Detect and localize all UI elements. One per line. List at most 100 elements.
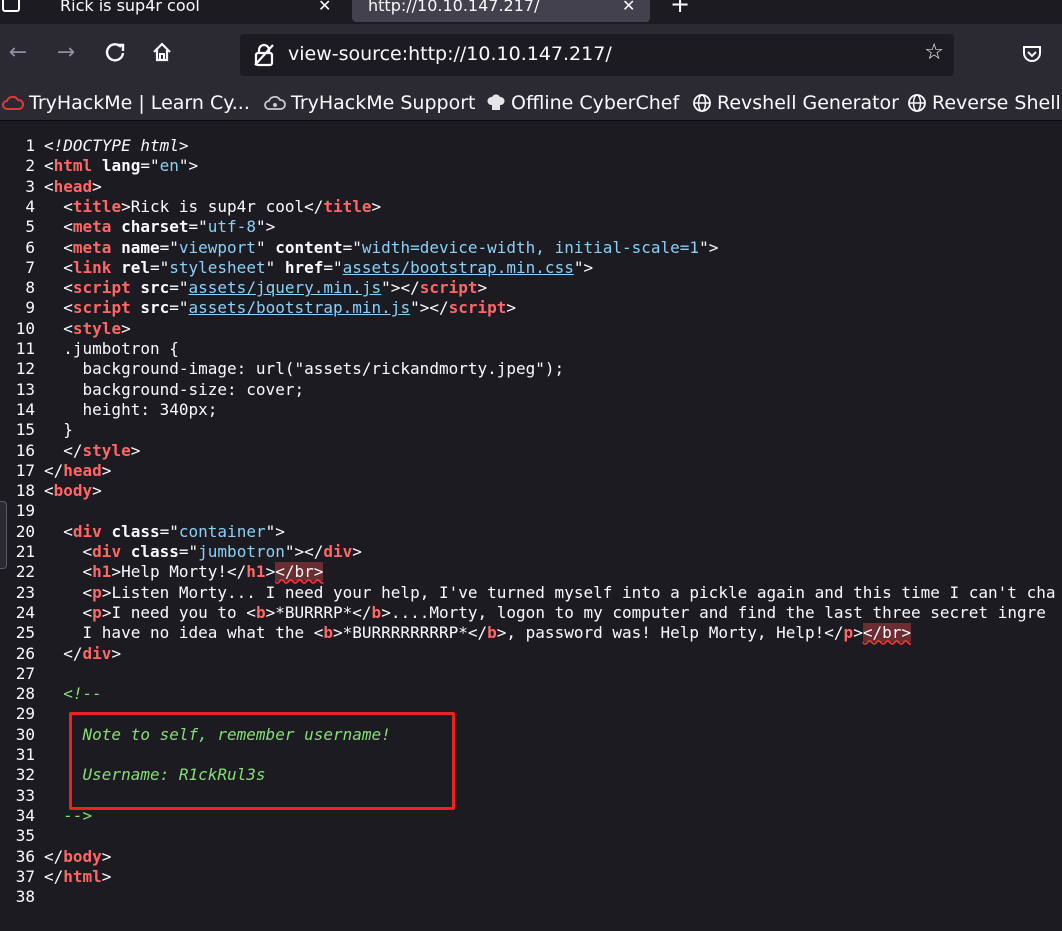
line-code: <meta charset="utf-8"> bbox=[44, 217, 275, 237]
line-code: <!-- bbox=[44, 684, 102, 704]
code-token: h1 bbox=[246, 562, 266, 582]
source-link[interactable]: assets/bootstrap.min.css bbox=[343, 258, 574, 277]
code-token: script bbox=[72, 298, 131, 318]
code-token: I have no idea what the < bbox=[44, 623, 324, 643]
bookmark-reverse-shell[interactable]: Reverse Shell C bbox=[907, 92, 1062, 114]
forward-arrow-icon[interactable]: → bbox=[48, 34, 84, 70]
code-token: =" bbox=[169, 278, 189, 298]
home-icon[interactable] bbox=[144, 34, 180, 70]
code-token: "></ bbox=[284, 542, 324, 561]
line-number: 12 bbox=[15, 359, 35, 379]
window-list-icon[interactable] bbox=[2, 0, 20, 12]
line-code: <body> bbox=[44, 481, 102, 501]
code-token: </ bbox=[44, 846, 64, 866]
code-token: > bbox=[130, 440, 141, 460]
code-token: b bbox=[487, 623, 497, 643]
code-token: src bbox=[140, 278, 170, 298]
globe-icon bbox=[908, 94, 926, 112]
code-token: } bbox=[44, 420, 73, 440]
code-token: > bbox=[477, 278, 488, 298]
bookmark-tryhackme-support[interactable]: TryHackMe Support bbox=[264, 92, 475, 114]
code-token: div bbox=[72, 521, 102, 541]
bookmark-label: Offline CyberChef bbox=[511, 92, 680, 114]
code-token: "> bbox=[178, 156, 199, 176]
code-token: </ bbox=[44, 866, 64, 886]
code-token: content bbox=[275, 237, 343, 257]
tab-view-source[interactable]: http://10.10.147.217/ ✕ bbox=[352, 0, 650, 22]
code-token: meta bbox=[72, 217, 112, 237]
line-number: 5 bbox=[25, 217, 35, 237]
highlight-annotation-box bbox=[69, 712, 455, 810]
code-token: "></ bbox=[381, 278, 420, 298]
code-token: =" bbox=[323, 257, 343, 277]
code-token: charset bbox=[121, 217, 189, 237]
line-number: 16 bbox=[15, 440, 35, 460]
line-number: 37 bbox=[15, 866, 35, 886]
code-token: name bbox=[121, 237, 160, 257]
line-number: 8 bbox=[25, 278, 35, 298]
line-number: 35 bbox=[15, 826, 35, 846]
code-token: > bbox=[92, 481, 102, 501]
pocket-icon[interactable] bbox=[1022, 44, 1042, 64]
line-number: 32 bbox=[15, 765, 35, 785]
code-token: background-image: url("assets/rickandmor… bbox=[44, 359, 565, 379]
code-token: script bbox=[419, 278, 478, 298]
line-code: <script src="assets/bootstrap.min.js"></… bbox=[44, 298, 516, 318]
back-arrow-icon[interactable]: ← bbox=[0, 34, 36, 70]
url-text[interactable]: view-source:http://10.10.147.217/ bbox=[288, 43, 612, 65]
source-link[interactable]: assets/bootstrap.min.js bbox=[189, 298, 411, 317]
line-number: 33 bbox=[15, 785, 35, 805]
new-tab-icon[interactable]: + bbox=[670, 0, 690, 18]
line-code: <title>Rick is sup4r cool</title> bbox=[44, 197, 381, 217]
line-number: 6 bbox=[25, 237, 35, 257]
code-token: > bbox=[101, 460, 112, 480]
code-token: " bbox=[265, 257, 285, 277]
code-token: b bbox=[255, 602, 266, 622]
support-cloud-icon bbox=[264, 95, 286, 110]
code-token: > bbox=[853, 623, 863, 643]
code-token: "> bbox=[573, 257, 594, 277]
code-token: < bbox=[44, 562, 93, 582]
bookmark-offline-cyberchef[interactable]: Offline CyberChef bbox=[486, 92, 679, 114]
tab-strip: Rick is sup4r cool ✕ http://10.10.147.21… bbox=[0, 0, 1062, 24]
bookmark-label: Reverse Shell C bbox=[932, 92, 1062, 114]
code-token: < bbox=[44, 217, 73, 237]
code-token: <!-- bbox=[44, 684, 102, 704]
code-token: "></ bbox=[410, 298, 449, 318]
close-icon[interactable]: ✕ bbox=[622, 0, 635, 15]
line-number: 17 bbox=[15, 460, 35, 480]
bookmark-revshell-generator[interactable]: Revshell Generator bbox=[692, 92, 899, 114]
source-link[interactable]: assets/jquery.min.js bbox=[189, 278, 382, 297]
line-code: <html lang="en"> bbox=[44, 156, 198, 176]
code-token: stylesheet bbox=[169, 257, 266, 277]
line-code: .jumbotron { bbox=[44, 339, 179, 359]
close-icon[interactable]: ✕ bbox=[318, 0, 331, 15]
bookmark-label: TryHackMe Support bbox=[291, 92, 476, 114]
line-code: <style> bbox=[44, 319, 130, 339]
code-token: class bbox=[130, 542, 179, 561]
line-code: I have no idea what the <b>*BURRRRRRRRP*… bbox=[44, 623, 911, 643]
code-token: "> bbox=[265, 521, 285, 541]
line-number: 34 bbox=[15, 805, 35, 825]
code-token: =" bbox=[159, 521, 179, 541]
line-number: 21 bbox=[15, 542, 35, 561]
line-number: 27 bbox=[15, 663, 35, 683]
reload-icon[interactable] bbox=[97, 34, 133, 70]
line-code: <meta name="viewport" content="width=dev… bbox=[44, 238, 718, 258]
line-number: 14 bbox=[15, 399, 35, 419]
bookmark-tryhackme[interactable]: TryHackMe | Learn Cy... bbox=[2, 92, 250, 114]
insecure-lock-icon[interactable] bbox=[253, 43, 275, 67]
line-code: <p>Listen Morty... I need your help, I'v… bbox=[44, 583, 1056, 603]
code-token: .jumbotron { bbox=[44, 339, 179, 358]
line-code: </div> bbox=[44, 644, 121, 664]
bookmark-star-icon[interactable]: ☆ bbox=[924, 40, 944, 65]
line-number: 13 bbox=[15, 379, 35, 399]
code-token: < bbox=[44, 542, 93, 561]
tab-rick-is-sup4r-cool[interactable]: Rick is sup4r cool ✕ bbox=[44, 0, 340, 22]
code-token: container bbox=[178, 521, 266, 541]
chef-hat-icon bbox=[487, 94, 505, 110]
url-bar[interactable]: view-source:http://10.10.147.217/ ☆ bbox=[240, 34, 954, 76]
